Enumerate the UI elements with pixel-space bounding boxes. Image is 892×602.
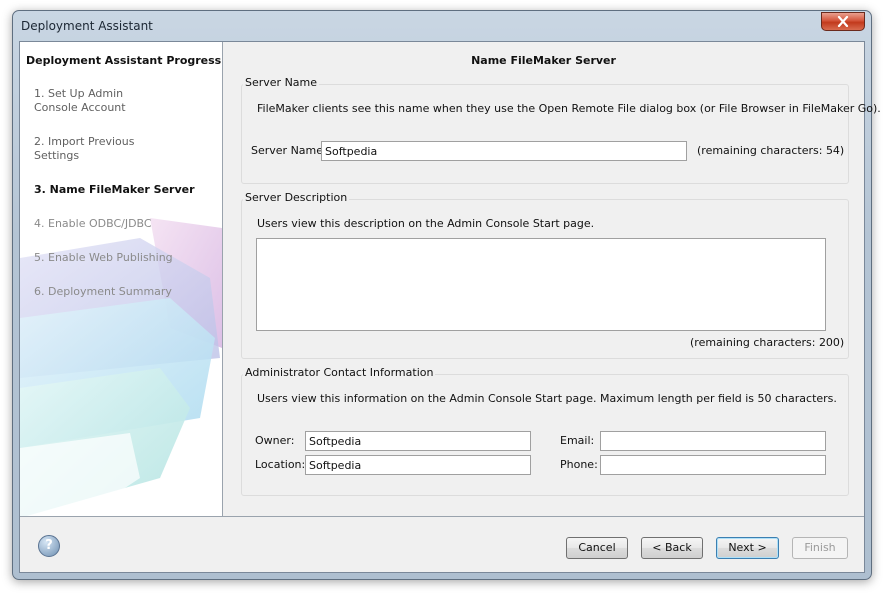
progress-panel: Deployment Assistant Progress 1. Set Up … bbox=[20, 42, 223, 518]
close-icon bbox=[837, 16, 849, 27]
server-name-input[interactable] bbox=[321, 141, 687, 161]
owner-label: Owner: bbox=[255, 434, 295, 447]
step-label-line2: Settings bbox=[34, 149, 80, 162]
admin-contact-group-label: Administrator Contact Information bbox=[243, 366, 436, 379]
dialog-body: Deployment Assistant Progress 1. Set Up … bbox=[19, 41, 881, 573]
step-label-line2: Console Account bbox=[34, 101, 126, 114]
close-button[interactable] bbox=[821, 12, 865, 31]
server-description-remaining: (remaining characters: 200) bbox=[690, 336, 845, 349]
location-input[interactable] bbox=[305, 455, 531, 475]
server-description-textarea[interactable] bbox=[256, 238, 826, 331]
step-name-filemaker-server: 3. Name FileMaker Server bbox=[34, 183, 195, 196]
phone-input[interactable] bbox=[600, 455, 826, 475]
title-bar[interactable]: Deployment Assistant bbox=[13, 11, 871, 41]
step-label-line1: 2. Import Previous bbox=[34, 135, 135, 148]
server-name-group-label: Server Name bbox=[243, 76, 320, 89]
admin-contact-description: Users view this information on the Admin… bbox=[257, 392, 837, 405]
email-label: Email: bbox=[560, 434, 595, 447]
server-name-group bbox=[241, 84, 849, 184]
step-enable-web-publishing: 5. Enable Web Publishing bbox=[34, 251, 173, 264]
email-input[interactable] bbox=[600, 431, 826, 451]
help-button[interactable]: ? bbox=[38, 535, 60, 557]
back-button[interactable]: < Back bbox=[641, 537, 703, 559]
window-title: Deployment Assistant bbox=[21, 19, 153, 33]
help-icon: ? bbox=[45, 538, 53, 553]
deployment-assistant-window: Deployment Assistant Deployment Assistan… bbox=[12, 10, 881, 580]
server-description-group-label: Server Description bbox=[243, 191, 350, 204]
next-button[interactable]: Next > bbox=[716, 537, 779, 559]
location-label: Location: bbox=[255, 458, 306, 471]
step-enable-odbc-jdbc: 4. Enable ODBC/JDBC bbox=[34, 217, 152, 230]
phone-label: Phone: bbox=[560, 458, 598, 471]
finish-button[interactable]: Finish bbox=[792, 537, 848, 559]
step-deployment-summary: 6. Deployment Summary bbox=[34, 285, 172, 298]
step-label-line1: 1. Set Up Admin bbox=[34, 87, 124, 100]
cancel-button[interactable]: Cancel bbox=[566, 537, 628, 559]
step-import-previous-settings: 2. Import Previous Settings bbox=[34, 135, 204, 163]
dialog-footer: ? Cancel < Back Next > Finish bbox=[20, 516, 864, 572]
server-description-text: Users view this description on the Admin… bbox=[257, 217, 595, 230]
owner-input[interactable] bbox=[305, 431, 531, 451]
progress-heading: Deployment Assistant Progress bbox=[26, 54, 222, 67]
server-name-label: Server Name: bbox=[251, 144, 327, 157]
content-panel: Name FileMaker Server Server Name FileMa… bbox=[223, 42, 881, 518]
server-name-description: FileMaker clients see this name when the… bbox=[257, 102, 881, 115]
page-title: Name FileMaker Server bbox=[471, 54, 616, 67]
step-set-up-admin-console: 1. Set Up Admin Console Account bbox=[34, 87, 204, 115]
server-name-remaining: (remaining characters: 54) bbox=[697, 144, 845, 157]
